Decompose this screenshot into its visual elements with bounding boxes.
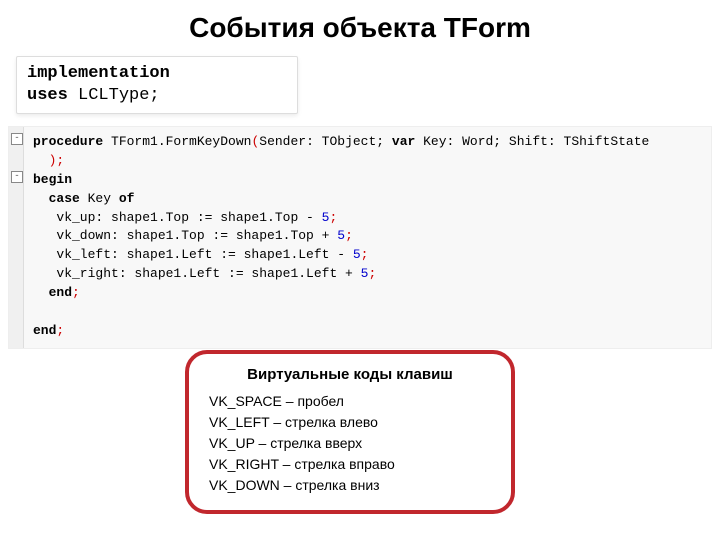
fold-icon: - — [11, 171, 23, 183]
callout-title: Виртуальные коды клавиш — [209, 366, 491, 383]
code-gutter: - - — [9, 127, 24, 348]
keyword-implementation: implementation — [27, 64, 170, 83]
vk-codes-callout: Виртуальные коды клавиш VK_SPACE – пробе… — [185, 350, 515, 514]
uses-unit: LCLType; — [68, 86, 160, 105]
list-item: VK_SPACE – пробел — [209, 391, 491, 412]
list-item: VK_UP – стрелка вверх — [209, 433, 491, 454]
code-snippet-implementation: implementation uses LCLType; — [16, 56, 298, 114]
keyword-uses: uses — [27, 86, 68, 105]
code-snippet-procedure: - - procedure TForm1.FormKeyDown(Sender:… — [8, 126, 712, 349]
list-item: VK_DOWN – стрелка вниз — [209, 475, 491, 496]
code-body: procedure TForm1.FormKeyDown(Sender: TOb… — [33, 133, 703, 340]
page-title: События объекта TForm — [0, 0, 720, 52]
list-item: VK_LEFT – стрелка влево — [209, 412, 491, 433]
fold-icon: - — [11, 133, 23, 145]
list-item: VK_RIGHT – стрелка вправо — [209, 454, 491, 475]
callout-list: VK_SPACE – пробел VK_LEFT – стрелка влев… — [209, 391, 491, 496]
